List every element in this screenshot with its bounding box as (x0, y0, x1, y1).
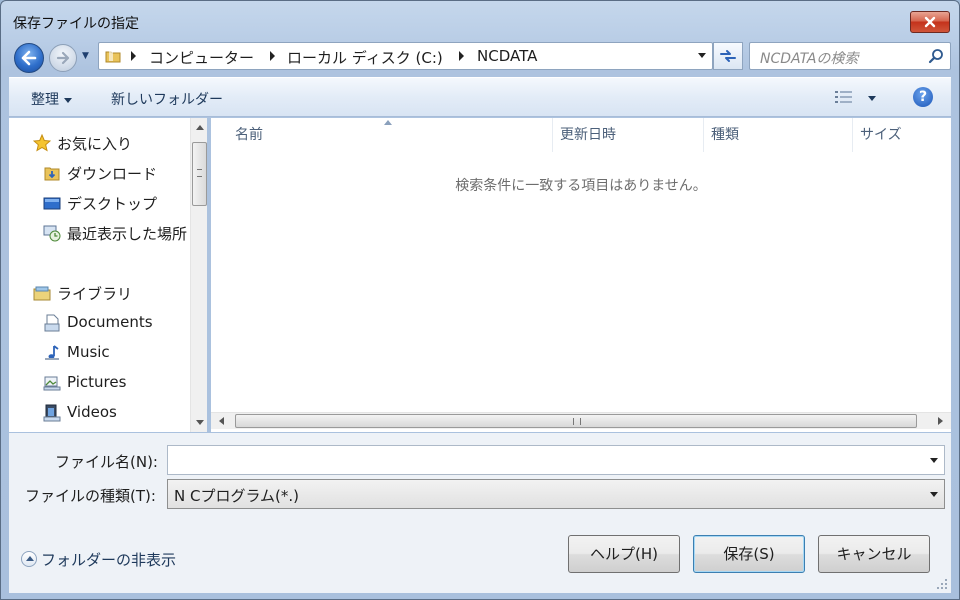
star-icon (33, 134, 51, 152)
file-list: 名前 更新日時 種類 サイズ 検索条件に一致する項目はありません。 (211, 118, 951, 432)
organize-button[interactable]: 整理 (31, 89, 72, 109)
save-file-dialog: 保存ファイルの指定 ▼ コンピューター ローカル ディスク (C:) NCDAT… (0, 0, 960, 600)
breadcrumb-arrow-icon[interactable] (131, 51, 136, 61)
address-bar[interactable]: コンピューター ローカル ディスク (C:) NCDATA (98, 42, 713, 70)
filetype-value: N Cプログラム(*.) (174, 487, 299, 505)
search-icon[interactable] (928, 48, 944, 64)
downloads-folder-icon (44, 167, 60, 181)
address-dropdown-icon[interactable] (698, 53, 706, 58)
forward-button[interactable] (49, 44, 77, 72)
file-horizontal-scrollbar[interactable] (211, 412, 951, 429)
chevron-down-icon[interactable] (868, 96, 876, 101)
collapse-icon (21, 551, 37, 567)
column-name[interactable]: 名前 (227, 118, 553, 152)
save-button[interactable]: 保存(S) (693, 535, 805, 573)
refresh-button[interactable] (713, 42, 743, 70)
nav-item-label: Videos (67, 403, 117, 421)
chevron-down-icon[interactable] (930, 458, 938, 463)
folder-icon (105, 51, 121, 63)
documents-icon (44, 314, 60, 332)
close-button[interactable] (910, 11, 950, 33)
organize-label: 整理 (31, 92, 59, 108)
empty-message: 検索条件に一致する項目はありません。 (455, 178, 707, 194)
hide-folders-label: フォルダーの非表示 (41, 551, 177, 569)
library-icon (33, 286, 51, 301)
nav-item-label: ライブラリ (57, 285, 133, 303)
title-bar: 保存ファイルの指定 (1, 1, 959, 41)
videos-icon (43, 404, 61, 422)
grip-icon (197, 169, 202, 177)
help-icon[interactable]: ? (913, 87, 933, 107)
arrow-right-icon (56, 51, 70, 65)
nav-item-label: デスクトップ (67, 195, 158, 213)
resize-grip-icon[interactable] (937, 579, 947, 589)
scroll-down-icon[interactable] (196, 420, 204, 425)
filetype-label: ファイルの種類(T): (25, 487, 156, 505)
recent-pages-dropdown[interactable]: ▼ (82, 51, 89, 61)
nav-item-label: お気に入り (57, 135, 133, 153)
breadcrumb-computer[interactable]: コンピューター (149, 47, 254, 68)
navigation-pane: お気に入り ダウンロード デスクトップ 最近表示した場所 ライブラリ Docum… (9, 118, 207, 432)
column-modified[interactable]: 更新日時 (552, 118, 704, 152)
view-options-icon[interactable] (835, 90, 853, 104)
pictures-icon (43, 376, 61, 391)
search-input[interactable]: NCDATAの検索 (760, 48, 858, 68)
window-title: 保存ファイルの指定 (13, 16, 139, 32)
new-folder-button[interactable]: 新しいフォルダー (111, 89, 223, 109)
scroll-right-icon[interactable] (938, 417, 943, 425)
column-size[interactable]: サイズ (852, 118, 951, 152)
filename-field[interactable] (167, 445, 945, 475)
breadcrumb-local-disk[interactable]: ローカル ディスク (C:) (287, 47, 443, 68)
column-type[interactable]: 種類 (703, 118, 853, 152)
nav-item-label: Documents (67, 313, 153, 331)
filename-label: ファイル名(N): (55, 453, 158, 471)
scroll-thumb[interactable] (235, 414, 917, 428)
save-options-panel: ファイル名(N): ファイルの種類(T): N Cプログラム(*.) フォルダー… (9, 433, 951, 593)
search-box[interactable]: NCDATAの検索 (749, 42, 951, 70)
nav-item-label: 最近表示した場所 (67, 225, 188, 243)
column-header-row: 名前 更新日時 種類 サイズ (211, 118, 951, 152)
nav-item-label: ダウンロード (67, 165, 158, 183)
recent-places-icon (43, 225, 61, 242)
desktop-icon (43, 197, 61, 210)
music-icon (45, 345, 59, 360)
scroll-thumb[interactable] (192, 142, 207, 206)
breadcrumb-ncdata[interactable]: NCDATA (477, 47, 537, 65)
scroll-up-icon[interactable] (196, 125, 204, 130)
nav-item-label: Music (67, 343, 110, 361)
grip-icon (573, 418, 581, 425)
filetype-select[interactable]: N Cプログラム(*.) (167, 479, 945, 509)
arrow-left-icon (21, 50, 37, 66)
chevron-down-icon[interactable] (930, 492, 938, 497)
back-button[interactable] (14, 43, 44, 73)
breadcrumb-arrow-icon[interactable] (459, 51, 464, 61)
cancel-button[interactable]: キャンセル (818, 535, 930, 573)
command-bar: 整理 新しいフォルダー ? (9, 77, 951, 117)
nav-vertical-scrollbar[interactable] (190, 118, 207, 432)
help-button[interactable]: ヘルプ(H) (568, 535, 680, 573)
chevron-down-icon (64, 97, 72, 103)
nav-item-label: Pictures (67, 373, 127, 391)
close-icon (924, 16, 936, 28)
breadcrumb-arrow-icon[interactable] (270, 51, 275, 61)
refresh-icon (720, 50, 736, 62)
scroll-left-icon[interactable] (219, 417, 224, 425)
